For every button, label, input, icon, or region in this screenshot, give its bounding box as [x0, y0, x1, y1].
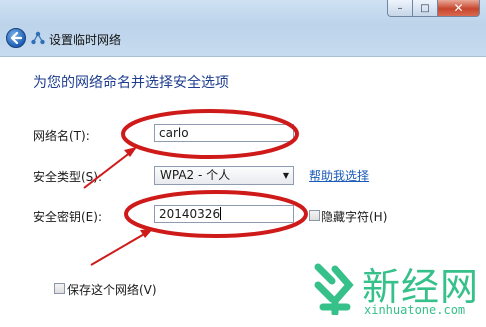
window-controls: – □ ✕: [387, 0, 480, 17]
security-type-select[interactable]: WPA2 - 个人 ▼: [154, 166, 294, 185]
page-heading: 为您的网络命名并选择安全选项: [33, 75, 229, 91]
watermark-logo-icon: [314, 263, 354, 315]
security-key-input[interactable]: 20140326: [154, 205, 294, 223]
security-key-value: 20140326: [159, 207, 221, 221]
security-type-value: WPA2 - 个人: [160, 168, 231, 182]
save-network-checkbox[interactable]: [54, 283, 65, 294]
watermark-url: xinhuatone.com: [364, 303, 466, 317]
back-arrow-icon[interactable]: [6, 28, 26, 48]
close-button[interactable]: ✕: [438, 0, 480, 17]
window-title: 设置临时网络: [49, 33, 122, 47]
hide-characters-label: 隐藏字符(H): [321, 210, 388, 224]
save-network-label: 保存这个网络(V): [67, 283, 157, 297]
window-titlebar: – □ ✕ 设置临时网络: [0, 0, 486, 57]
minimize-button[interactable]: –: [387, 0, 413, 17]
security-type-label: 安全类型(S):: [33, 170, 103, 184]
network-name-label: 网络名(T):: [33, 129, 90, 143]
network-name-input[interactable]: carlo: [154, 124, 294, 142]
chevron-down-icon: ▼: [282, 171, 289, 180]
hide-characters-checkbox[interactable]: [309, 210, 320, 221]
maximize-button[interactable]: □: [413, 0, 438, 17]
text-caret: [220, 207, 222, 220]
security-key-label: 安全密钥(E):: [33, 210, 102, 224]
help-me-choose-link[interactable]: 帮助我选择: [309, 167, 369, 184]
network-icon: [31, 31, 45, 45]
